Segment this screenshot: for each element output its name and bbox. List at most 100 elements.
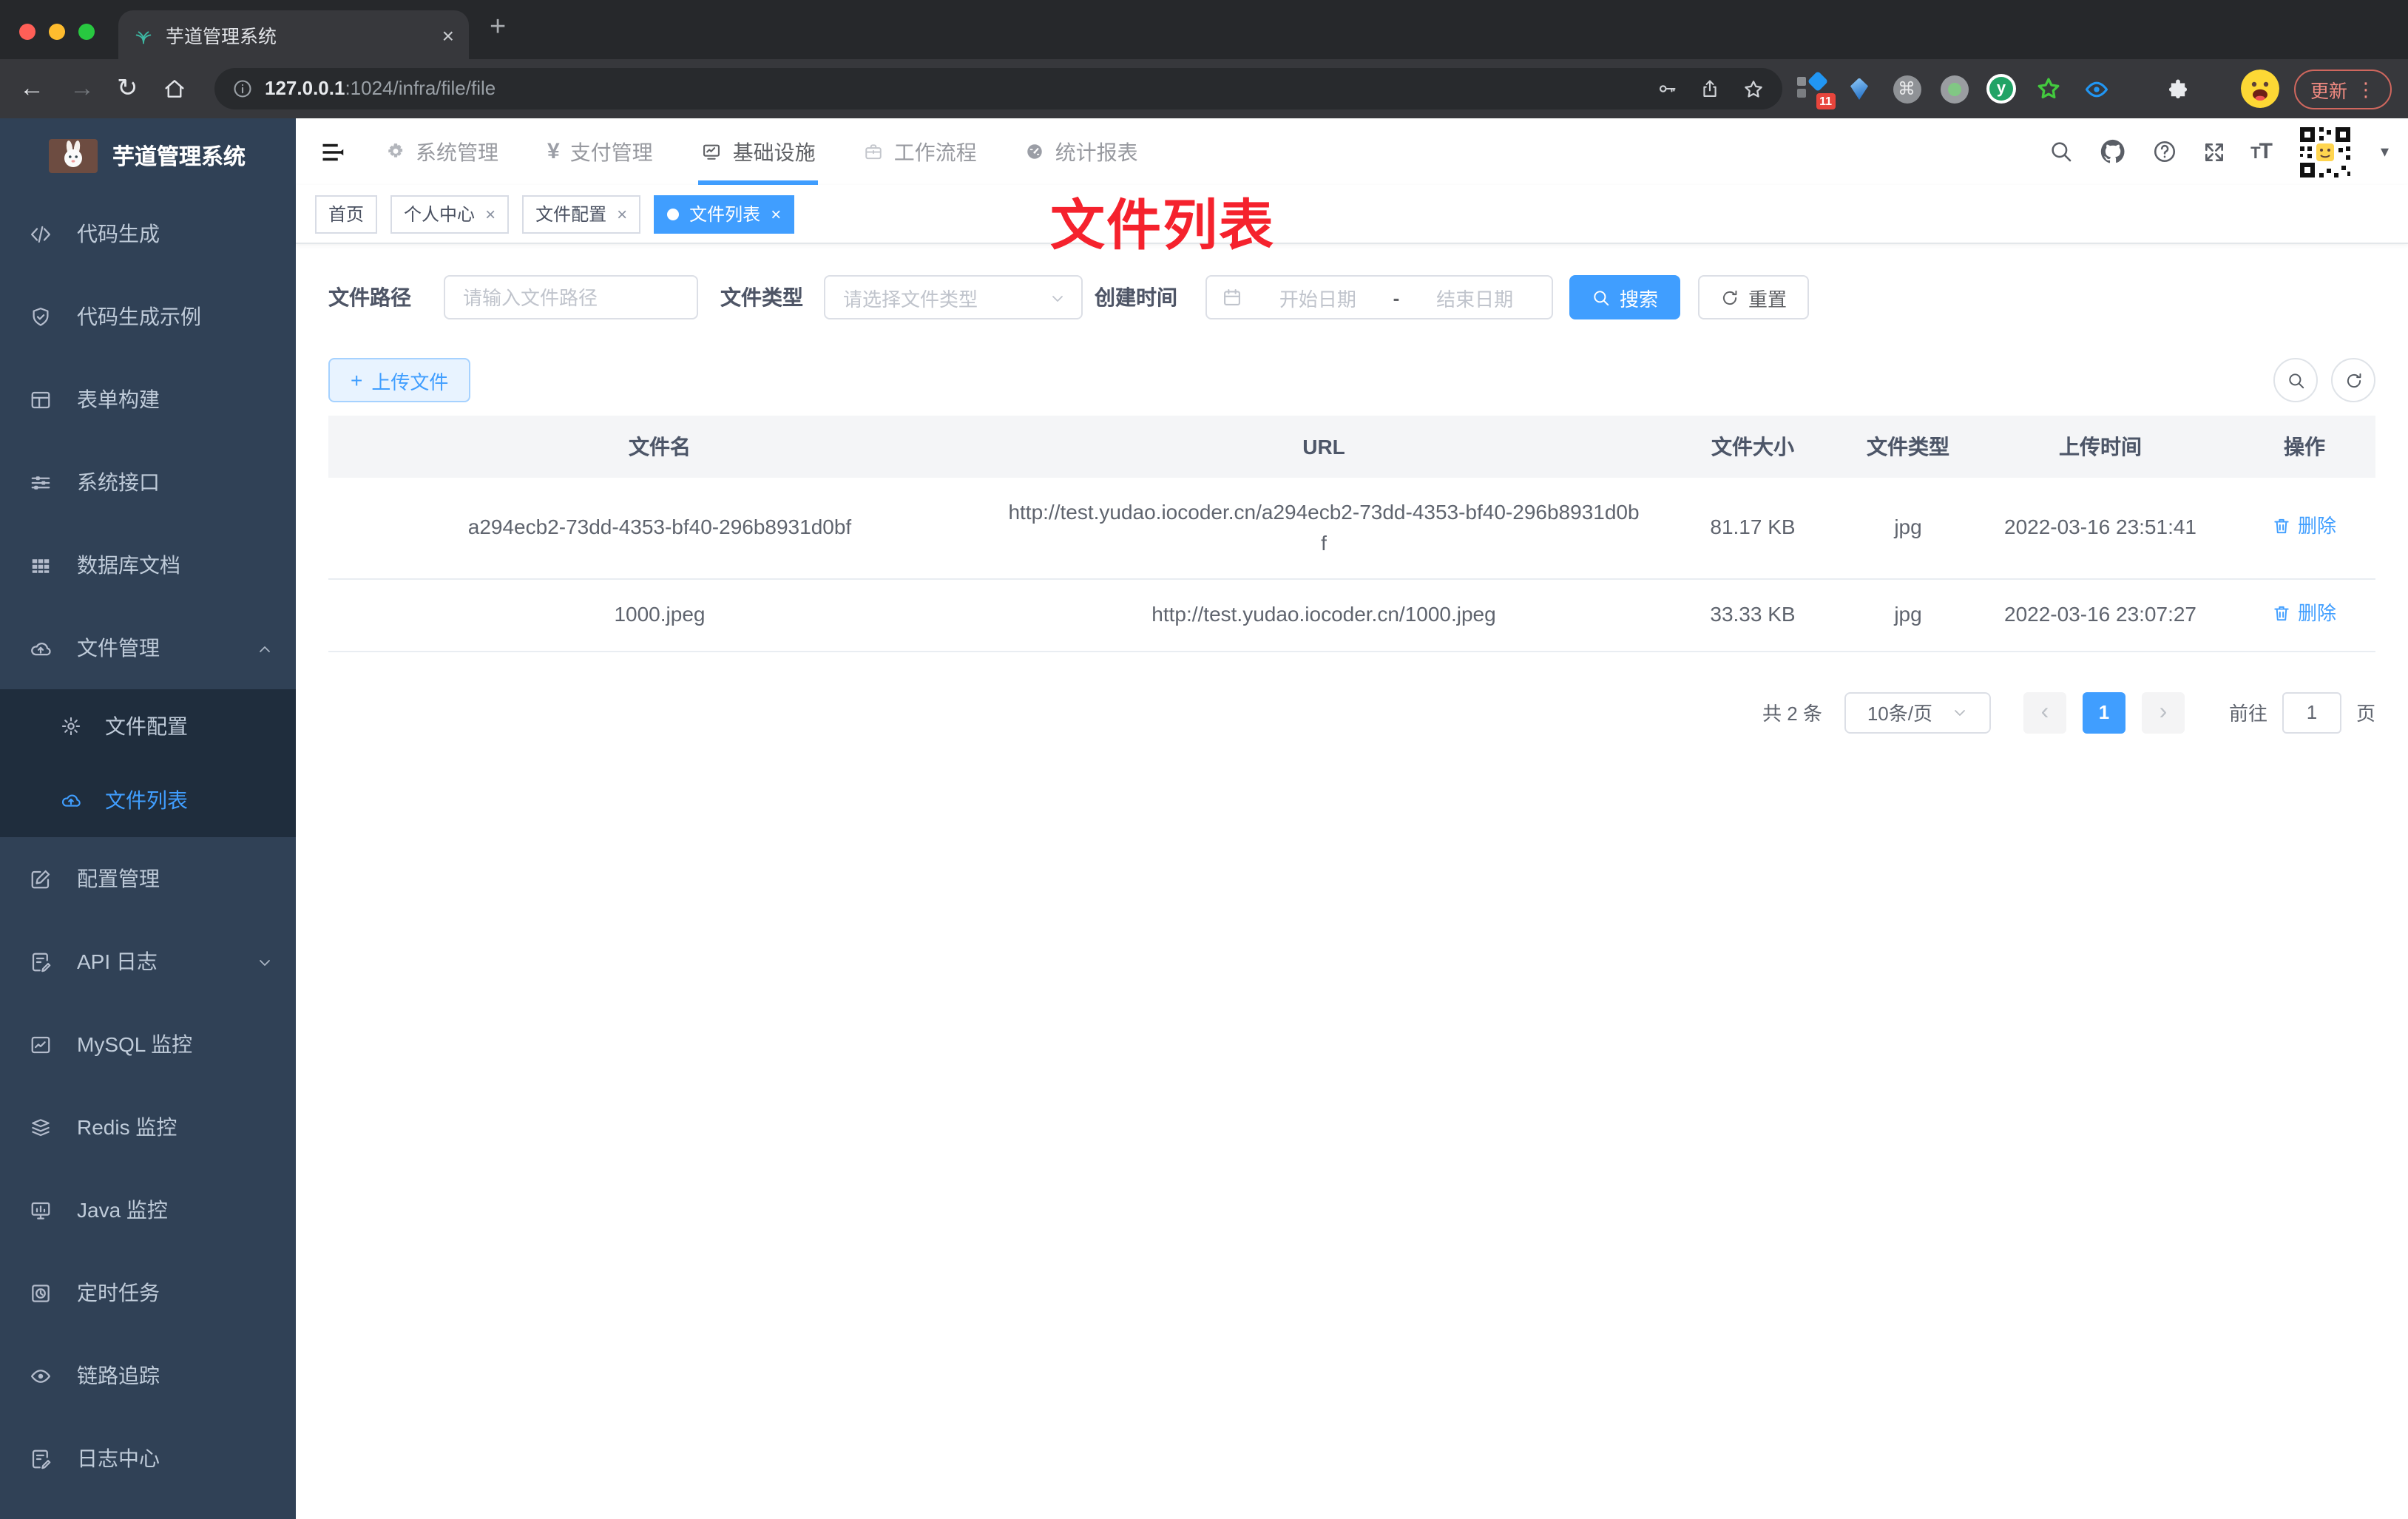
sidebar-item-file-management[interactable]: 文件管理 (0, 606, 296, 689)
sidebar-item-redis-monitor[interactable]: Redis 监控 (0, 1086, 296, 1168)
refresh-table-button[interactable] (2331, 358, 2375, 402)
extension-icons: 11 ⌘ y (1797, 59, 2111, 118)
help-icon[interactable] (2151, 139, 2177, 164)
extension-star-icon[interactable] (2034, 74, 2063, 104)
back-button[interactable]: ← (19, 59, 44, 118)
sidebar-item-file-list[interactable]: 文件列表 (0, 763, 296, 837)
extensions-puzzle-icon[interactable] (2162, 74, 2192, 104)
upload-file-button[interactable]: + 上传文件 (328, 358, 471, 402)
page-number-button[interactable]: 1 (2082, 691, 2125, 733)
sidebar-collapse-button[interactable] (319, 138, 346, 165)
tag-profile[interactable]: 个人中心 × (390, 194, 510, 233)
reload-button[interactable]: ↻ (117, 59, 138, 118)
chrome-update-button[interactable]: 更新 ⋮ (2294, 70, 2392, 109)
chevron-down-icon (1950, 703, 1968, 721)
browser-tabstrip: 芋道管理系统 × + (0, 0, 2408, 59)
extension-kite-icon[interactable] (1844, 74, 1874, 104)
new-tab-button[interactable]: + (490, 12, 506, 44)
update-label: 更新 (2310, 81, 2347, 102)
avatar-caret-icon[interactable]: ▾ (2381, 142, 2389, 161)
sidebar-item-java-monitor[interactable]: Java 监控 (0, 1168, 296, 1251)
sidebar-item-system-api[interactable]: 系统接口 (0, 441, 296, 524)
sidebar-item-code-example[interactable]: 代码生成示例 (0, 275, 296, 358)
url-text: 127.0.0.1:1024/infra/file/file (265, 75, 496, 102)
sidebar-item-label: 表单构建 (77, 388, 160, 411)
date-range-picker[interactable]: 开始日期 - 结束日期 (1205, 275, 1553, 319)
search-button[interactable]: 搜索 (1569, 275, 1681, 319)
browser-tab[interactable]: 芋道管理系统 × (118, 10, 469, 59)
tag-file-list[interactable]: 文件列表 × (654, 194, 795, 233)
font-size-icon[interactable]: TT (2250, 139, 2273, 164)
start-date-placeholder: 开始日期 (1279, 288, 1356, 310)
tag-close-icon[interactable]: × (485, 203, 496, 224)
search-icon[interactable] (2048, 139, 2073, 164)
app-logo[interactable]: 芋道管理系统 (0, 118, 296, 192)
sidebar-item-form-builder[interactable]: 表单构建 (0, 358, 296, 441)
file-path-input[interactable] (463, 286, 679, 308)
file-table: 文件名 URL 文件大小 文件类型 上传时间 操作 a294ecb2-73dd-… (328, 416, 2375, 652)
delete-button[interactable]: 删除 (2273, 598, 2336, 629)
bookmark-star-icon[interactable] (1742, 78, 1765, 100)
page-size-select[interactable]: 10条/页 (1844, 691, 1991, 733)
nav-item-infrastructure[interactable]: 基础设施 (698, 118, 819, 185)
nav-item-system[interactable]: 系统管理 (386, 118, 498, 185)
sidebar-item-mysql-monitor[interactable]: MySQL 监控 (0, 1003, 296, 1086)
user-avatar[interactable] (2296, 122, 2355, 181)
forward-button[interactable]: → (70, 59, 95, 118)
prev-page-button[interactable]: ‹ (2023, 691, 2066, 733)
top-nav-menu: 系统管理 ¥ 支付管理 基础设施 工作流程 统计报表 (386, 118, 1138, 185)
top-navbar: 系统管理 ¥ 支付管理 基础设施 工作流程 统计报表 TT ▾ (296, 118, 2408, 185)
sidebar-item-scheduled-tasks[interactable]: 定时任务 (0, 1251, 296, 1334)
extension-command-icon[interactable]: ⌘ (1892, 74, 1921, 104)
sidebar-item-db-doc[interactable]: 数据库文档 (0, 524, 296, 606)
tag-close-icon[interactable]: × (617, 203, 627, 224)
window-close-button[interactable] (19, 24, 35, 40)
next-page-button[interactable]: › (2141, 691, 2185, 733)
briefcase-icon (865, 142, 884, 161)
sidebar-item-config-management[interactable]: 配置管理 (0, 837, 296, 920)
page-unit-label: 页 (2355, 703, 2375, 725)
extension-eye-icon[interactable] (2081, 74, 2111, 104)
window-zoom-button[interactable] (78, 24, 95, 40)
file-path-label: 文件路径 (328, 285, 411, 309)
tag-file-config[interactable]: 文件配置 × (522, 194, 641, 233)
sidebar-item-label: 文件列表 (105, 788, 188, 812)
end-date-placeholder: 结束日期 (1436, 288, 1514, 310)
site-info-icon[interactable] (232, 78, 253, 99)
show-search-button[interactable] (2273, 358, 2318, 402)
sidebar-item-trace[interactable]: 链路追踪 (0, 1334, 296, 1417)
reset-button[interactable]: 重置 (1698, 275, 1810, 319)
delete-button[interactable]: 删除 (2273, 511, 2336, 542)
goto-page-input[interactable] (2282, 691, 2341, 733)
tag-home[interactable]: 首页 (315, 194, 378, 233)
infra-monitor-icon (702, 141, 723, 162)
profile-avatar[interactable] (2241, 70, 2279, 108)
nav-item-payment[interactable]: ¥ 支付管理 (547, 118, 653, 185)
sidebar-item-code-generator[interactable]: 代码生成 (0, 192, 296, 275)
github-icon[interactable] (2098, 138, 2126, 166)
nav-item-workflow[interactable]: 工作流程 (865, 118, 977, 185)
extension-diamond-icon[interactable]: 11 (1797, 70, 1836, 109)
extension-y-icon[interactable]: y (1986, 74, 2016, 104)
sidebar-item-file-config[interactable]: 文件配置 (0, 689, 296, 763)
filter-form: 文件路径 文件类型 请选择文件类型 创建时间 开始日期 - 结束日期 (328, 275, 2375, 319)
col-header-filename: 文件名 (328, 416, 991, 478)
nav-item-reports[interactable]: 统计报表 (1026, 118, 1138, 185)
tags-view-bar: 首页 个人中心 × 文件配置 × 文件列表 × (296, 185, 2408, 244)
fullscreen-icon[interactable] (2202, 140, 2225, 163)
file-path-input-wrap (444, 275, 698, 319)
sidebar-item-api-log[interactable]: API 日志 (0, 920, 296, 1003)
doc-edit-icon (30, 950, 52, 972)
address-bar[interactable]: 127.0.0.1:1024/infra/file/file (214, 68, 1782, 109)
extension-dot-circle-icon[interactable] (1939, 74, 1969, 104)
browser-menu-dots-icon[interactable]: ⋮ (2356, 78, 2375, 101)
sidebar-item-log-center[interactable]: 日志中心 (0, 1417, 296, 1500)
share-icon[interactable] (1700, 78, 1720, 99)
eye-icon (30, 1364, 52, 1387)
tab-close-icon[interactable]: × (442, 23, 454, 47)
file-type-select[interactable]: 请选择文件类型 (824, 275, 1083, 319)
tag-close-icon[interactable]: × (771, 203, 781, 224)
window-minimize-button[interactable] (49, 24, 65, 40)
password-key-icon[interactable] (1657, 78, 1677, 99)
home-button[interactable] (163, 59, 186, 118)
